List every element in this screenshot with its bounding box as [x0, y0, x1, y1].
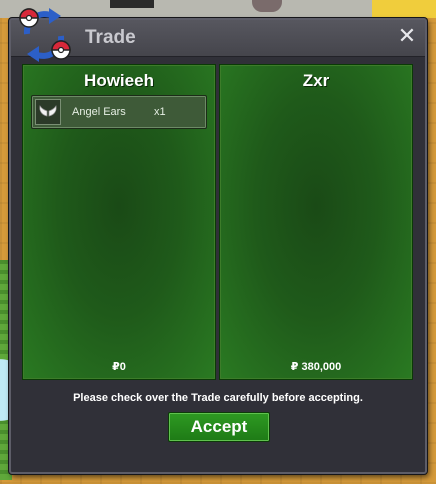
angel-wings-icon [39, 105, 57, 117]
left-trader-name: Howieeh [84, 71, 154, 90]
scenery-sign [372, 0, 436, 18]
trade-panels: Howieeh Angel Ears x1 ₽0 Zxr ₽ 380,000 [19, 64, 415, 382]
trade-window: Trade ✕ Howieeh Angel Ears x1 ₽0 Zxr ₽ 3… [9, 8, 427, 474]
scenery-npc [252, 0, 282, 12]
trade-item-row[interactable]: Angel Ears x1 [31, 95, 207, 129]
left-trade-panel: Howieeh Angel Ears x1 ₽0 [22, 64, 216, 380]
title-bar[interactable]: Trade ✕ [11, 8, 425, 62]
item-name: Angel Ears [72, 106, 126, 118]
left-money-offer: ₽0 [112, 361, 126, 373]
item-quantity: x1 [154, 106, 166, 118]
window-title: Trade [85, 27, 136, 48]
scenery-block [110, 0, 154, 8]
right-money-offer: ₽ 380,000 [290, 361, 342, 373]
close-button[interactable]: ✕ [397, 25, 417, 47]
angel-ears-icon [35, 99, 61, 125]
right-trade-panel: Zxr ₽ 380,000 [219, 64, 413, 380]
right-trader-name: Zxr [302, 71, 330, 90]
trade-notice: Please check over the Trade carefully be… [73, 392, 363, 404]
trade-logo-icon [19, 8, 71, 62]
accept-button[interactable]: Accept [168, 412, 270, 442]
